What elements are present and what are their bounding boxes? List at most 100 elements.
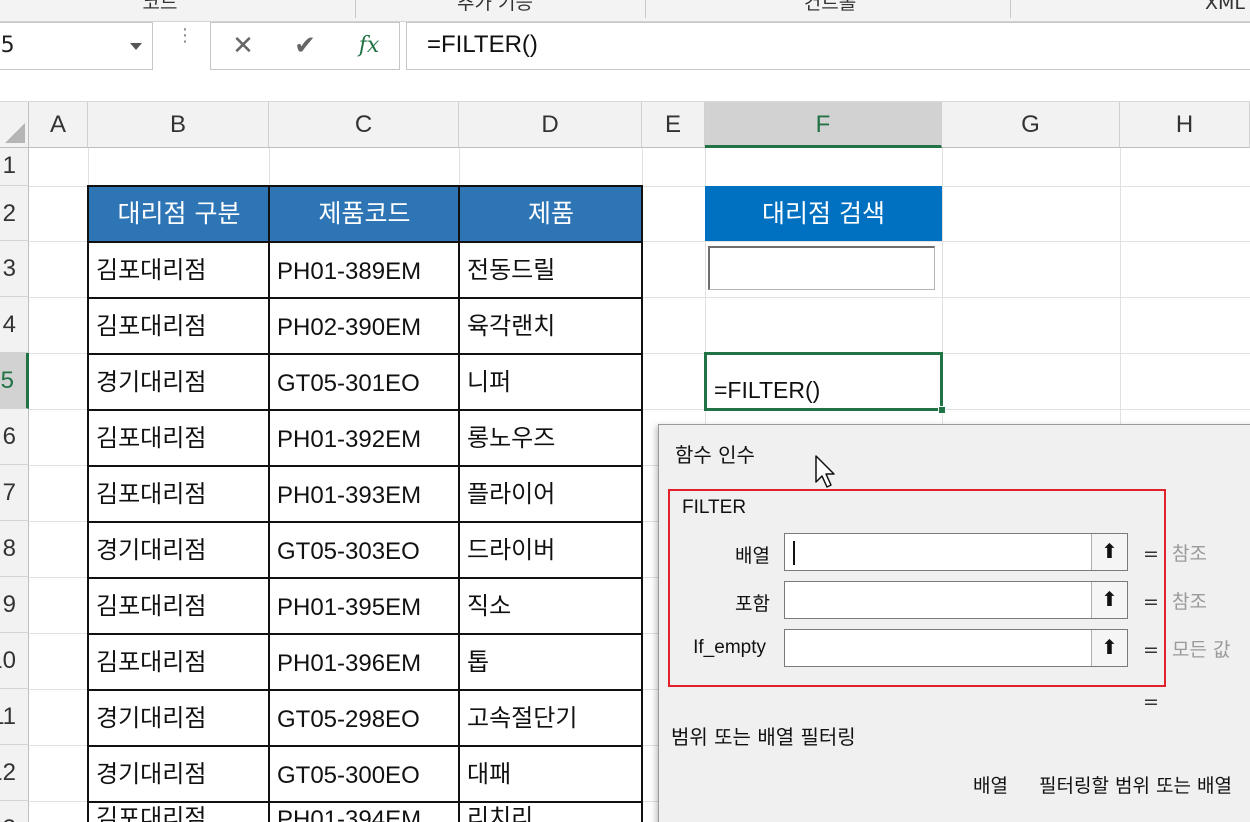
table-cell[interactable]: PH01-392EM: [270, 411, 458, 465]
table-cell[interactable]: GT05-301EO: [270, 355, 458, 409]
table-cell[interactable]: 직소: [460, 579, 641, 633]
column-header-e[interactable]: E: [642, 102, 705, 148]
formula-input[interactable]: =FILTER(): [406, 22, 1250, 70]
column-header-a[interactable]: A: [29, 102, 88, 148]
equals-sign: =: [1143, 691, 1159, 713]
row-header-1[interactable]: 1: [0, 148, 29, 186]
enter-icon[interactable]: ✔: [285, 31, 325, 61]
arg-input-array[interactable]: ⬆: [784, 533, 1128, 571]
active-cell-f5[interactable]: =FILTER(): [704, 352, 946, 414]
arg-result-if-empty: 모든 값: [1172, 639, 1231, 661]
table-border: [87, 185, 643, 187]
row-header-3[interactable]: 3: [0, 241, 29, 297]
table-cell[interactable]: 경기대리점: [89, 355, 268, 409]
row-header-10[interactable]: 10: [0, 633, 29, 689]
table-cell[interactable]: 김포대리점: [89, 411, 268, 465]
table-cell[interactable]: 리치리: [460, 803, 641, 822]
cancel-icon[interactable]: ✕: [223, 31, 263, 61]
collapse-dialog-icon[interactable]: ⬆: [1091, 630, 1127, 666]
row-header-12[interactable]: 12: [0, 745, 29, 801]
table-cell[interactable]: 경기대리점: [89, 747, 268, 801]
fill-handle[interactable]: [938, 406, 946, 414]
row-header-11[interactable]: 11: [0, 689, 29, 745]
table-cell[interactable]: 육각랜치: [460, 299, 641, 353]
row-header-9[interactable]: 9: [0, 577, 29, 633]
table-cell[interactable]: 드라이버: [460, 523, 641, 577]
row-number: 5: [0, 367, 14, 394]
table-cell[interactable]: PH01-389EM: [270, 243, 458, 297]
table-cell[interactable]: 김포대리점: [89, 243, 268, 297]
row-number: 1: [2, 152, 16, 179]
column-header-f[interactable]: F: [705, 102, 942, 148]
table-header-product-code[interactable]: 제품코드: [270, 186, 459, 241]
row-header-6[interactable]: 6: [0, 409, 29, 465]
insert-function-icon[interactable]: fx: [349, 31, 389, 61]
row-header-5[interactable]: 5: [0, 353, 29, 409]
table-border: [87, 745, 643, 747]
dialog-title: 함수 인수: [675, 443, 755, 467]
table-cell[interactable]: 경기대리점: [89, 523, 268, 577]
arg-input-include[interactable]: ⬆: [784, 581, 1128, 619]
table-cell[interactable]: GT05-303EO: [270, 523, 458, 577]
table-cell[interactable]: GT05-298EO: [270, 691, 458, 745]
row-header-13[interactable]: 13: [0, 801, 29, 822]
column-header-h[interactable]: H: [1120, 102, 1250, 148]
arg-label-array: 배열: [735, 545, 770, 567]
row-number: 4: [2, 311, 16, 338]
table-cell[interactable]: 고속절단기: [460, 691, 641, 745]
column-header-b[interactable]: B: [88, 102, 269, 148]
row-header-2[interactable]: 2: [0, 186, 29, 241]
table-cell[interactable]: 니퍼: [460, 355, 641, 409]
table-cell[interactable]: PH01-393EM: [270, 467, 458, 521]
table-header-branch[interactable]: 대리점 구분: [89, 186, 269, 241]
table-cell[interactable]: 롱노우즈: [460, 411, 641, 465]
arg-result-array: 참조: [1172, 543, 1207, 565]
row-number: 7: [2, 479, 16, 506]
row-header-4[interactable]: 4: [0, 297, 29, 353]
row-number: 3: [2, 255, 16, 282]
arg-label-if-empty: If_empty: [693, 637, 766, 658]
table-cell[interactable]: 플라이어: [460, 467, 641, 521]
table-cell[interactable]: PH01-396EM: [270, 635, 458, 689]
table-cell[interactable]: 김포대리점: [89, 299, 268, 353]
arg-description-text: 필터링할 범위 또는 배열: [1039, 775, 1232, 797]
table-border: [458, 185, 460, 822]
row-number: 2: [2, 200, 16, 227]
chevron-down-icon[interactable]: [130, 43, 142, 50]
table-cell[interactable]: 경기대리점: [89, 691, 268, 745]
table-cell[interactable]: 김포대리점: [89, 467, 268, 521]
formula-buttons: ✕ ✔ fx: [210, 22, 400, 70]
table-cell[interactable]: PH01-394EM: [270, 803, 458, 822]
table-border: [641, 185, 643, 822]
column-header-g[interactable]: G: [942, 102, 1120, 148]
select-all-icon: [5, 123, 25, 143]
select-all-button[interactable]: [0, 102, 29, 148]
table-cell[interactable]: 톱: [460, 635, 641, 689]
branch-search-input[interactable]: [708, 246, 935, 290]
table-cell[interactable]: 전동드릴: [460, 243, 641, 297]
table-cell[interactable]: 김포대리점: [89, 635, 268, 689]
collapse-dialog-icon[interactable]: ⬆: [1091, 534, 1127, 570]
row-header-8[interactable]: 8: [0, 521, 29, 577]
column-header-d[interactable]: D: [459, 102, 642, 148]
formula-bar-grip-icon[interactable]: ⋮: [176, 27, 194, 56]
arg-description-name: 배열: [973, 775, 1008, 797]
branch-search-header[interactable]: 대리점 검색: [705, 186, 942, 241]
table-border: [87, 465, 643, 467]
table-cell[interactable]: PH01-395EM: [270, 579, 458, 633]
table-header-product[interactable]: 제품: [460, 186, 642, 241]
table-border: [87, 577, 643, 579]
table-border: [87, 185, 89, 822]
name-box[interactable]: F5: [0, 22, 153, 70]
table-cell[interactable]: PH02-390EM: [270, 299, 458, 353]
table-cell[interactable]: 김포대리점: [89, 579, 268, 633]
table-cell[interactable]: 대패: [460, 747, 641, 801]
column-header-c[interactable]: C: [269, 102, 459, 148]
table-border: [87, 353, 643, 355]
arg-input-if-empty[interactable]: ⬆: [784, 629, 1128, 667]
collapse-dialog-icon[interactable]: ⬆: [1091, 582, 1127, 618]
row-header-7[interactable]: 7: [0, 465, 29, 521]
table-border: [87, 633, 643, 635]
table-cell[interactable]: 김포대리점: [89, 803, 268, 822]
table-cell[interactable]: GT05-300EO: [270, 747, 458, 801]
